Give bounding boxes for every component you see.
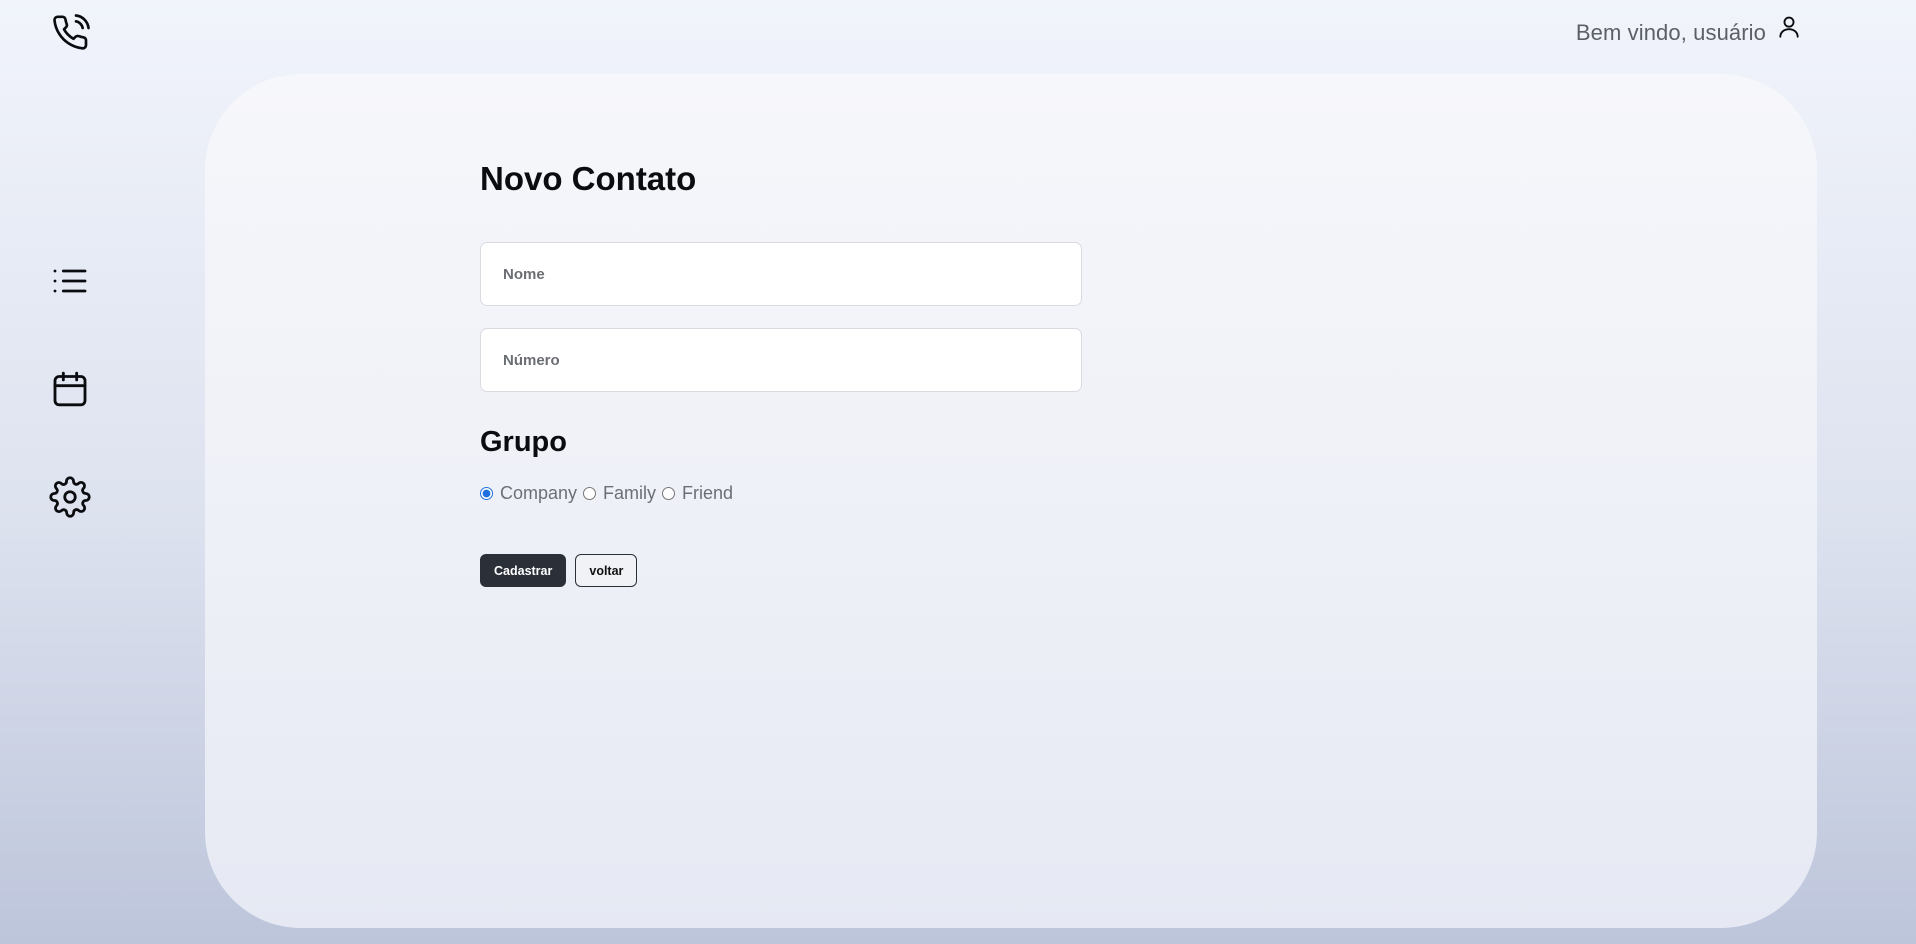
welcome-text: Bem vindo, usuário bbox=[1575, 20, 1766, 45]
number-input[interactable] bbox=[480, 328, 1082, 392]
radio-option-company[interactable]: Company bbox=[480, 483, 577, 504]
group-title: Grupo bbox=[480, 426, 567, 458]
radio-option-family[interactable]: Family bbox=[583, 483, 656, 504]
radio-label-family: Family bbox=[603, 483, 657, 503]
phone-calling-icon bbox=[53, 14, 90, 50]
user-icon bbox=[1779, 16, 1799, 38]
back-button[interactable]: voltar bbox=[575, 554, 638, 587]
list-icon bbox=[53, 269, 87, 293]
radio-label-company: Company bbox=[500, 483, 578, 503]
new-contact-form: Novo Contato Grupo Company Family Friend… bbox=[480, 160, 1082, 587]
radio-friend[interactable] bbox=[662, 487, 676, 500]
name-input[interactable] bbox=[480, 242, 1082, 306]
form-actions: Cadastrar voltar bbox=[480, 554, 1082, 587]
gear-icon bbox=[49, 476, 91, 518]
sidebar-item-settings[interactable] bbox=[47, 474, 93, 520]
sidebar-item-calendar[interactable] bbox=[47, 366, 93, 412]
radio-family[interactable] bbox=[583, 487, 597, 500]
sidebar-item-list[interactable] bbox=[47, 258, 93, 304]
sidebar-nav bbox=[47, 258, 93, 582]
group-radio-group: Company Family Friend bbox=[480, 483, 1082, 504]
logo-phone-icon[interactable] bbox=[49, 11, 93, 55]
user-profile-button[interactable] bbox=[1776, 13, 1804, 45]
radio-company[interactable] bbox=[480, 487, 493, 500]
calendar-icon bbox=[53, 371, 87, 407]
radio-label-friend: Friend bbox=[682, 483, 734, 503]
user-greeting: Bem vindo, usuário bbox=[1576, 12, 1804, 46]
radio-option-friend[interactable]: Friend bbox=[662, 483, 733, 504]
main-card: Novo Contato Grupo Company Family Friend… bbox=[205, 74, 1817, 928]
submit-button[interactable]: Cadastrar bbox=[480, 554, 567, 587]
page-title: Novo Contato bbox=[480, 160, 697, 197]
